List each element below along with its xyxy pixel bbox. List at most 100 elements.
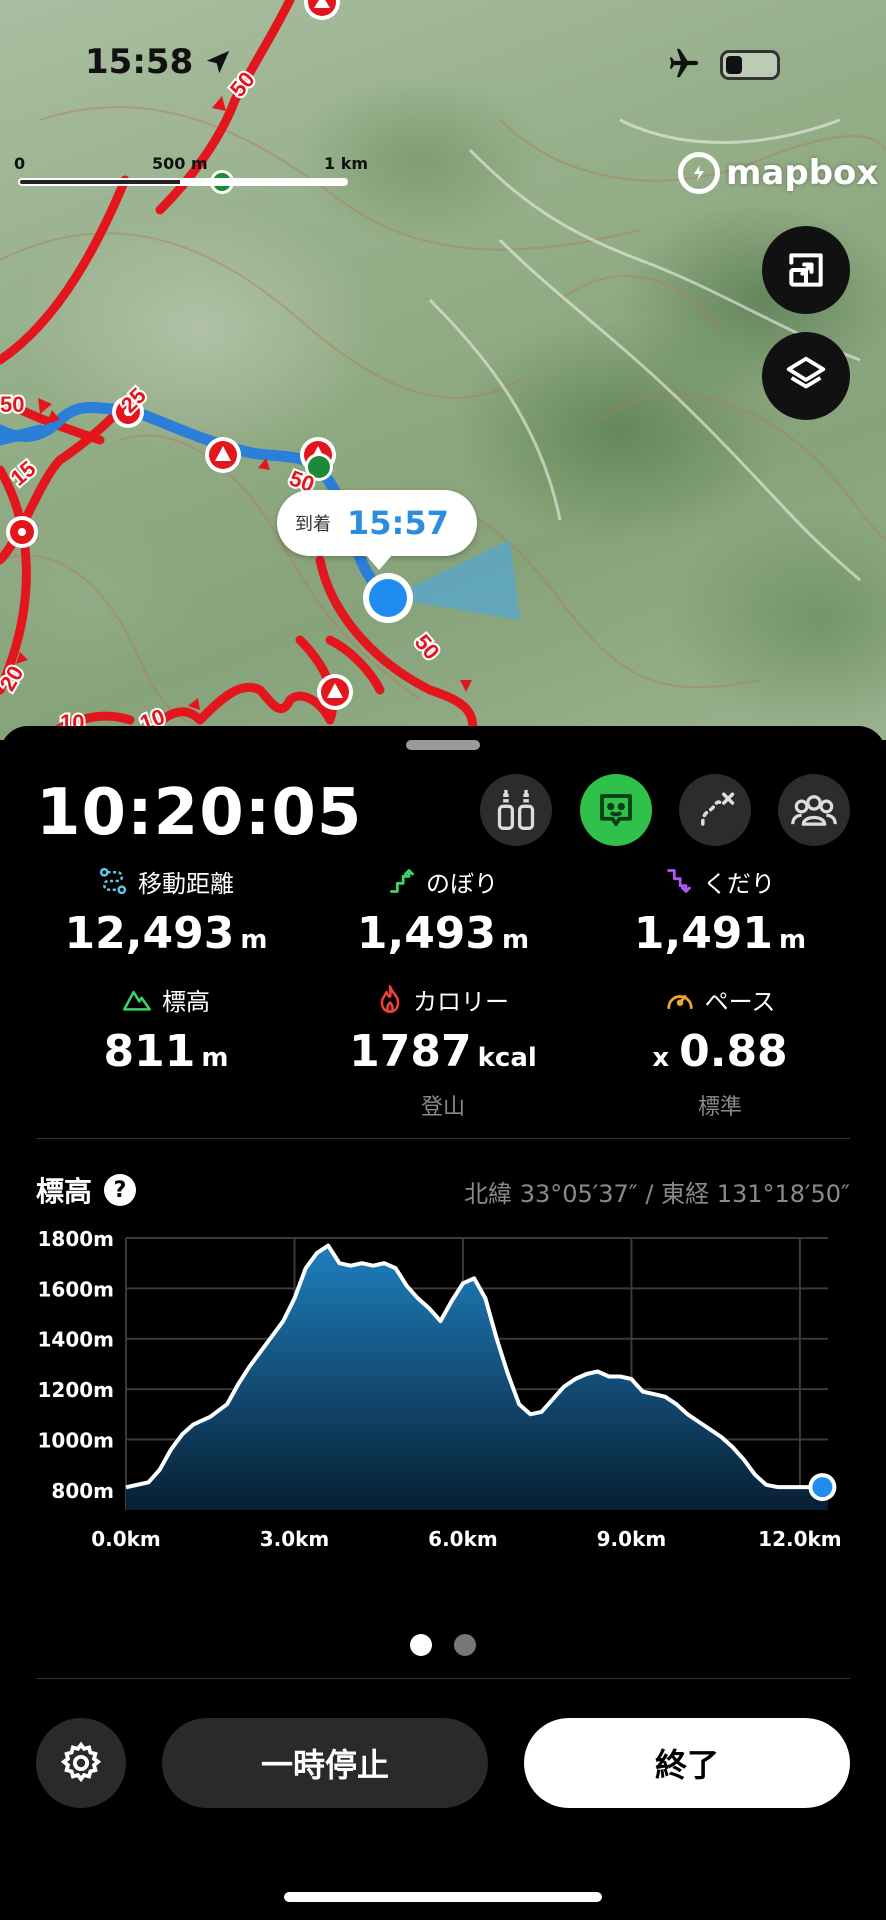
ascent-value: 1,493 <box>356 908 497 959</box>
mountain-icon <box>123 990 151 1011</box>
warning-marker[interactable] <box>317 674 353 710</box>
current-location-dot <box>369 579 407 617</box>
elevation-heading: 標高 ? <box>36 1170 137 1210</box>
distance-unit: m <box>240 925 268 955</box>
route-off-button[interactable] <box>679 774 751 846</box>
status-time: 15:58 <box>85 42 194 82</box>
ascent-icon <box>390 869 414 893</box>
descent-label: くだり <box>703 869 775 898</box>
arrival-callout[interactable]: 到着 15:57 <box>277 490 477 570</box>
descent-icon <box>667 869 691 893</box>
fullscreen-button[interactable] <box>762 226 850 314</box>
poi-marker[interactable] <box>6 516 38 548</box>
stat-distance: 移動距離 12,493 m <box>26 866 306 959</box>
gear-icon <box>60 1741 102 1783</box>
scale-label-start: 0 <box>14 154 26 173</box>
elapsed-time: 10:20:05 <box>36 776 363 850</box>
calories-activity: 登山 <box>420 1095 465 1120</box>
stat-altitude: 標高 811 m <box>26 984 306 1078</box>
ascent-unit: m <box>502 925 530 955</box>
current-point <box>812 1477 833 1498</box>
mapbox-wordmark: mapbox <box>726 153 879 193</box>
trail-label: 50 <box>410 629 445 664</box>
y-tick-label: 1600m <box>37 1277 114 1301</box>
tracking-panel: 10:20:05 移動距離 12,493 m のぼり 1,493 m くだり 1… <box>0 726 886 1920</box>
pace-level: 標準 <box>697 1095 742 1120</box>
equipment-icon <box>497 789 535 830</box>
elevation-chart[interactable]: 1800m 1600m 1400m 1200m 1000m 800m 0.0km 3.0km… <box>0 1216 886 1556</box>
layers-icon <box>786 356 826 389</box>
pause-button[interactable]: 一時停止 <box>162 1718 488 1808</box>
arrival-time: 15:57 <box>347 504 449 542</box>
coordinates: 北緯 33°05′37″ / 東経 131°18′50″ <box>464 1180 850 1208</box>
y-tick-label: 1400m <box>37 1328 114 1352</box>
finish-button[interactable]: 終了 <box>524 1718 850 1808</box>
scale-label-mid: 500 m <box>152 154 208 173</box>
trail-time-labels: 50 25 15 50 50 20 10 50 10 <box>0 65 447 738</box>
help-icon[interactable]: ? <box>104 1174 137 1206</box>
altitude-label: 標高 <box>162 987 210 1016</box>
descent-value: 1,491 <box>633 908 774 959</box>
chart-current-marker <box>808 1473 837 1502</box>
battery-icon <box>720 50 780 80</box>
stat-pace: ペース x 0.88 標準 <box>580 984 860 1121</box>
pace-prefix: x <box>652 1043 670 1073</box>
altitude-unit: m <box>201 1043 229 1073</box>
route-icon <box>701 792 735 826</box>
warning-marker[interactable] <box>205 437 241 473</box>
group-button[interactable] <box>778 774 850 846</box>
warning-marker[interactable] <box>304 0 340 20</box>
scale-bar <box>18 178 348 186</box>
trail-label: 50 <box>0 392 24 417</box>
distance-icon <box>99 867 127 895</box>
scale-label-end: 1 km <box>324 154 369 173</box>
share-face-button[interactable] <box>580 774 652 846</box>
stat-descent: くだり 1,491 m <box>580 866 860 959</box>
divider <box>36 1678 850 1679</box>
speedometer-icon <box>666 995 693 1010</box>
arrival-label: 到着 <box>295 514 331 535</box>
descent-unit: m <box>779 925 807 955</box>
y-axis-ticks: 1800m 1600m 1400m 1200m 1000m 800m <box>37 1227 114 1503</box>
layers-button[interactable] <box>762 332 850 420</box>
stat-ascent: のぼり 1,493 m <box>303 866 583 959</box>
calories-value: 1787 <box>349 1026 472 1077</box>
ascent-label: のぼり <box>426 869 498 898</box>
y-tick-label: 1000m <box>37 1428 114 1452</box>
airplane-icon <box>669 48 699 78</box>
elevation-title: 標高 <box>36 1175 93 1208</box>
face-icon <box>600 794 632 826</box>
y-tick-label: 1200m <box>37 1378 114 1402</box>
mapbox-logo[interactable]: mapbox <box>678 152 878 194</box>
pace-value: 0.88 <box>679 1026 788 1077</box>
distance-value: 12,493 <box>64 908 235 959</box>
y-tick-label: 1800m <box>37 1227 114 1251</box>
altitude-value: 811 <box>103 1026 196 1077</box>
group-icon <box>791 795 837 826</box>
x-tick-label: 6.0km <box>428 1527 498 1551</box>
pace-label: ペース <box>704 987 776 1016</box>
fullscreen-icon <box>789 253 823 287</box>
sheet-grabber[interactable] <box>406 740 480 750</box>
map-view[interactable]: 50 25 15 50 50 20 10 50 10 15:58 0 500 m… <box>0 0 886 740</box>
x-tick-label: 3.0km <box>260 1527 330 1551</box>
calories-label: カロリー <box>413 987 509 1016</box>
calories-unit: kcal <box>477 1043 537 1073</box>
home-indicator <box>284 1892 602 1902</box>
page-dot-active[interactable] <box>410 1634 432 1656</box>
x-axis-ticks: 0.0km 3.0km 6.0km 9.0km 12.0km <box>91 1527 841 1551</box>
stat-calories: カロリー 1787 kcal 登山 <box>303 984 583 1121</box>
flame-icon <box>380 985 400 1013</box>
settings-button[interactable] <box>36 1718 126 1808</box>
x-tick-label: 12.0km <box>758 1527 842 1551</box>
x-tick-label: 9.0km <box>597 1527 667 1551</box>
location-arrow-icon <box>206 50 230 74</box>
y-tick-label: 800m <box>51 1479 114 1503</box>
gear-tools-button[interactable] <box>480 774 552 846</box>
mapbox-icon <box>678 152 720 194</box>
divider <box>36 1138 850 1139</box>
x-tick-label: 0.0km <box>91 1527 161 1551</box>
distance-label: 移動距離 <box>138 869 234 898</box>
page-dot[interactable] <box>454 1634 476 1656</box>
map-canvas[interactable]: 50 25 15 50 50 20 10 50 10 <box>0 0 886 740</box>
